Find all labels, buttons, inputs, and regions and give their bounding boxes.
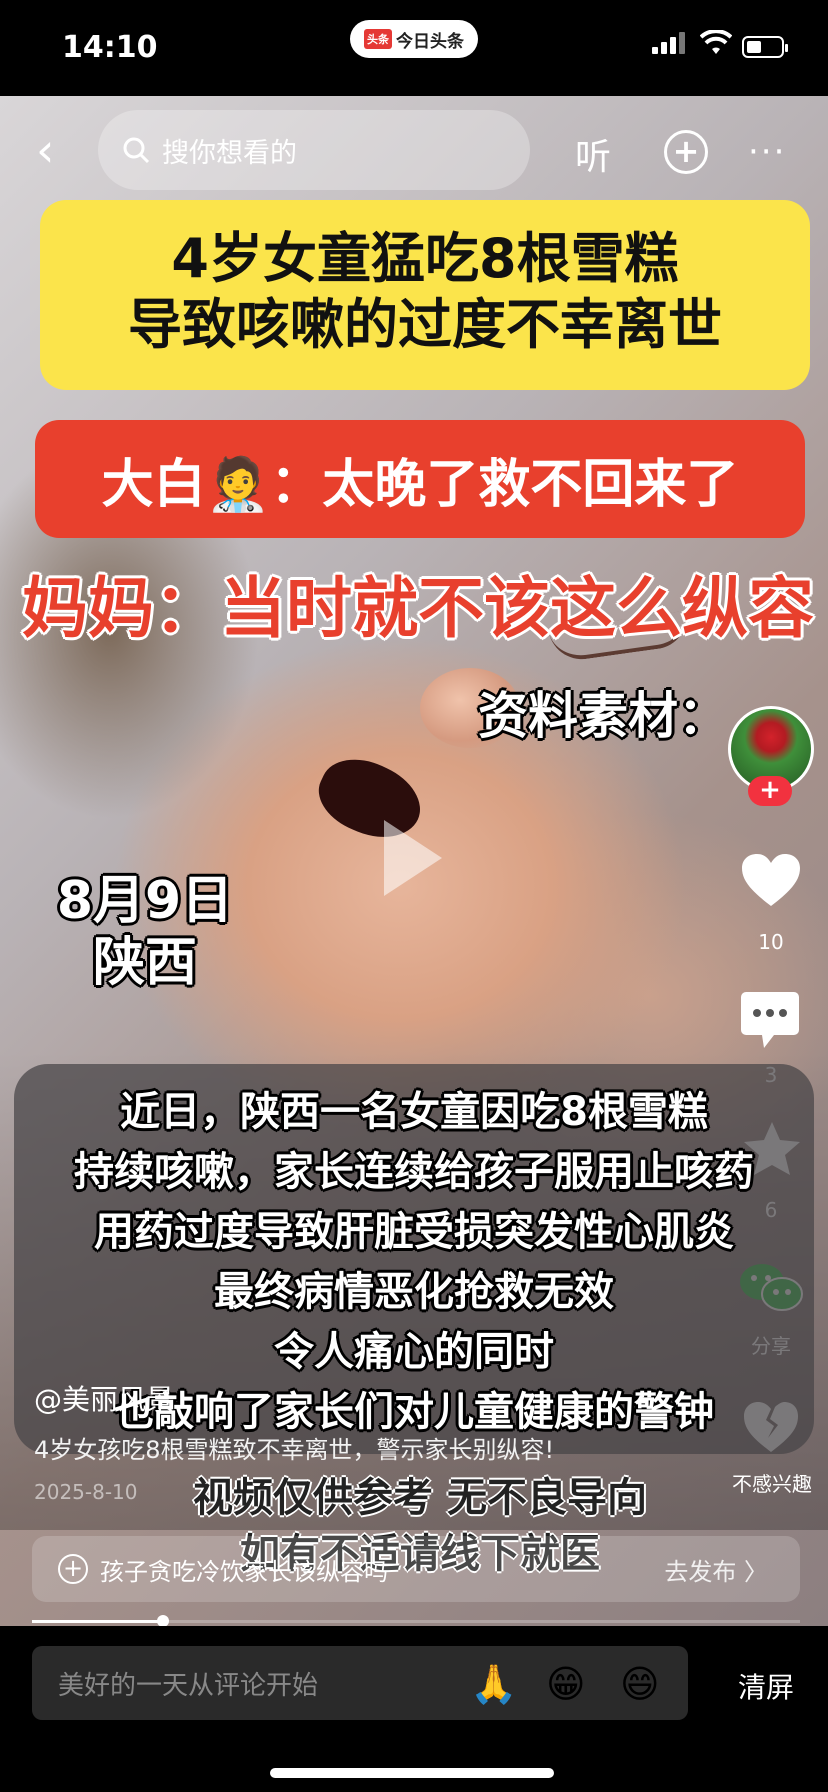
progress-fill [32, 1620, 163, 1623]
caption-line: 持续咳嗽，家长连续给孩子服用止咳药 [74, 1149, 754, 1195]
follow-button[interactable]: + [748, 776, 792, 806]
caption-line: 最终病情恶化抢救无效 [214, 1269, 614, 1315]
listen-button[interactable]: 听 [575, 128, 611, 180]
like-icon[interactable] [740, 852, 802, 908]
caption-line: 令人痛心的同时 [274, 1329, 554, 1375]
caption-line: 近日，陕西一名女童因吃8根雪糕 [120, 1089, 708, 1135]
app-logo: 头条 [364, 29, 392, 49]
search-icon [123, 137, 150, 164]
plus-icon: + [58, 1554, 88, 1584]
signal-icon [652, 32, 685, 54]
app-name: 今日头条 [396, 31, 464, 52]
comment-input[interactable]: 美好的一天从评论开始 [32, 1646, 688, 1720]
play-icon[interactable] [384, 820, 442, 896]
headline-line-2: 导致咳嗽的过度不幸离世 [128, 293, 722, 356]
wifi-icon [700, 30, 732, 54]
status-time: 14:10 [62, 30, 158, 65]
doctor-quote-banner: 大白🧑‍⚕️：太晚了救不回来了 [35, 420, 805, 538]
headline-line-1: 4岁女童猛吃8根雪糕 [171, 227, 679, 290]
overlay-location: 陕西 [92, 933, 197, 993]
disclaimer-line-1: 视频仅供参考 无不良导向 [193, 1475, 647, 1521]
plus-circle-icon[interactable]: + [664, 130, 708, 174]
comment-icon[interactable] [740, 990, 800, 1052]
author-name[interactable]: @美丽风景 [34, 1378, 174, 1418]
clear-screen-button[interactable]: 清屏 [738, 1666, 794, 1706]
status-bar: 14:10 头条 今日头条 [0, 0, 828, 96]
publish-link[interactable]: 去发布 〉 [664, 1552, 768, 1587]
mother-quote: 妈妈：当时就不该这么纵容 [22, 570, 814, 647]
caption-line: 用药过度导致肝脏受损突发性心肌炎 [94, 1209, 734, 1255]
comment-placeholder: 美好的一天从评论开始 [58, 1670, 319, 1701]
home-indicator [270, 1768, 554, 1778]
battery-icon [742, 36, 788, 58]
headline-banner: 4岁女童猛吃8根雪糕 导致咳嗽的过度不幸离世 [40, 200, 810, 390]
post-title: 4岁女孩吃8根雪糕致不幸离世，警示家长别纵容! [34, 1436, 555, 1464]
app-badge[interactable]: 头条 今日头条 [350, 20, 478, 58]
more-icon[interactable]: ··· [748, 132, 786, 172]
source-label: 资料素材： [478, 687, 728, 745]
topic-bar[interactable]: + 孩子贪吃冷饮家长该纵容吗 去发布 〉 [32, 1536, 800, 1602]
topic-text: 孩子贪吃冷饮家长该纵容吗 [100, 1557, 388, 1586]
search-placeholder: 搜你想看的 [162, 137, 297, 169]
search-input[interactable]: 搜你想看的 [98, 110, 530, 190]
laugh-emoji-button[interactable]: 😄 [620, 1662, 660, 1706]
pray-emoji-button[interactable]: 🙏 [470, 1662, 517, 1707]
back-icon[interactable]: ‹ [36, 127, 54, 173]
grin-emoji-button[interactable]: 😁 [546, 1662, 586, 1706]
date-location-overlay: 8月9日 陕西 [40, 870, 250, 994]
like-count: 10 [758, 930, 784, 954]
overlay-date: 8月9日 [56, 871, 234, 931]
